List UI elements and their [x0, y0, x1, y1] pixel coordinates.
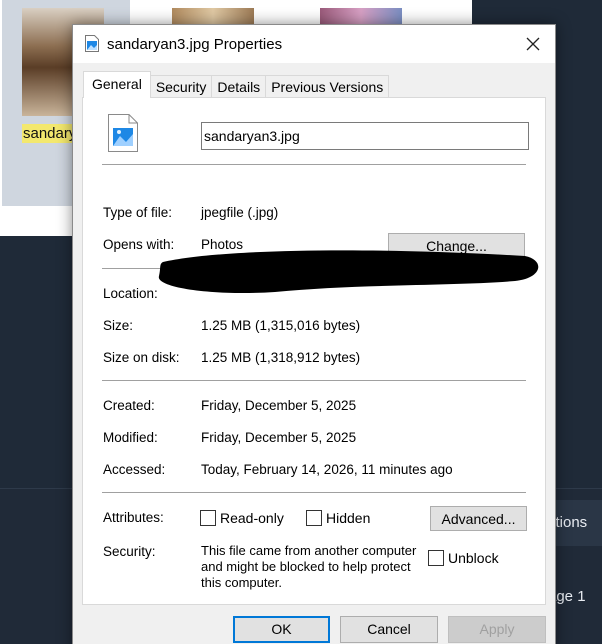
attributes-label: Attributes: — [103, 510, 164, 525]
title-bar[interactable]: sandaryan3.jpg Properties — [73, 25, 555, 63]
location-label: Location: — [103, 286, 158, 301]
type-of-file-value: jpegfile (.jpg) — [201, 205, 279, 220]
redaction-mark — [158, 250, 539, 294]
checkbox-box[interactable] — [428, 550, 444, 566]
thumbnail-image[interactable] — [320, 8, 402, 24]
tab-previous-versions[interactable]: Previous Versions — [265, 75, 390, 98]
separator — [102, 492, 526, 493]
separator — [102, 164, 526, 165]
unblock-checkbox[interactable]: Unblock — [428, 550, 499, 566]
image-file-icon — [85, 35, 99, 52]
read-only-checkbox[interactable]: Read-only — [200, 510, 284, 526]
modified-value: Friday, December 5, 2025 — [201, 430, 357, 445]
hidden-label: Hidden — [326, 510, 371, 526]
read-only-label: Read-only — [220, 510, 284, 526]
type-of-file-label: Type of file: — [103, 205, 173, 220]
dialog-title: sandaryan3.jpg Properties — [107, 36, 283, 53]
properties-dialog: sandaryan3.jpg Properties General Securi… — [72, 24, 556, 644]
modified-label: Modified: — [103, 430, 158, 445]
separator — [102, 380, 526, 381]
size-label: Size: — [103, 318, 134, 333]
tab-general[interactable]: General — [83, 71, 151, 98]
image-file-icon — [108, 114, 138, 152]
thumbnail-image[interactable] — [172, 8, 254, 24]
size-on-disk-label: Size on disk: — [103, 350, 180, 365]
general-tab-panel: Type of file: jpegfile (.jpg) Opens with… — [82, 97, 546, 605]
checkbox-box[interactable] — [306, 510, 322, 526]
advanced-button[interactable]: Advanced... — [430, 506, 527, 531]
accessed-value: Today, February 14, 2026, 11 minutes ago — [201, 462, 453, 477]
tab-details[interactable]: Details — [211, 75, 267, 98]
security-message: This file came from another computer and… — [201, 543, 417, 590]
created-value: Friday, December 5, 2025 — [201, 398, 357, 413]
security-label: Security: — [103, 544, 156, 559]
size-value: 1.25 MB (1,315,016 bytes) — [201, 318, 361, 333]
hidden-checkbox[interactable]: Hidden — [306, 510, 370, 526]
cancel-button[interactable]: Cancel — [340, 616, 438, 643]
file-name-input[interactable] — [201, 122, 529, 150]
ok-button[interactable]: OK — [233, 616, 330, 643]
tab-security[interactable]: Security — [149, 75, 213, 98]
close-button[interactable] — [511, 25, 555, 63]
created-label: Created: — [103, 398, 155, 413]
unblock-label: Unblock — [448, 550, 499, 566]
apply-button[interactable]: Apply — [448, 616, 546, 643]
size-on-disk-value: 1.25 MB (1,318,912 bytes) — [201, 350, 361, 365]
tab-strip: General Security Details Previous Versio… — [83, 71, 390, 98]
checkbox-box[interactable] — [200, 510, 216, 526]
thumbnail-label[interactable]: sandary — [22, 124, 78, 143]
close-icon — [526, 37, 540, 51]
accessed-label: Accessed: — [103, 462, 166, 477]
